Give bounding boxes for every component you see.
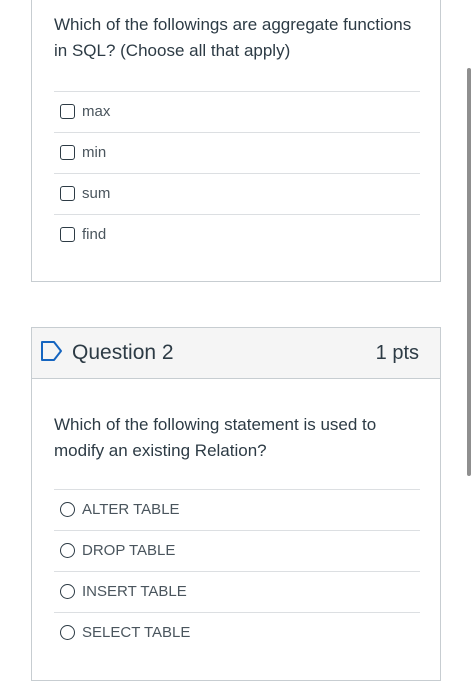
radio-button[interactable] — [60, 543, 75, 558]
answer-label: SELECT TABLE — [82, 624, 191, 641]
answer-option-max[interactable]: max — [54, 91, 420, 132]
checkbox[interactable] — [60, 186, 75, 201]
answer-label: min — [82, 144, 107, 161]
answer-option-drop-table[interactable]: DROP TABLE — [54, 530, 420, 571]
radio-button[interactable] — [60, 584, 75, 599]
answer-option-alter-table[interactable]: ALTER TABLE — [54, 489, 420, 530]
flag-outline-icon[interactable] — [40, 340, 64, 362]
question-1-answers: max min sum find — [54, 91, 420, 255]
checkbox[interactable] — [60, 227, 75, 242]
answer-label: ALTER TABLE — [82, 501, 180, 518]
question-2-header: Question 2 1 pts — [32, 328, 440, 379]
question-2-card: Question 2 1 pts Which of the following … — [31, 327, 441, 681]
checkbox[interactable] — [60, 104, 75, 119]
answer-label: find — [82, 226, 107, 243]
quiz-page: Which of the followings are aggregate fu… — [0, 0, 474, 700]
question-1-card: Which of the followings are aggregate fu… — [31, 0, 441, 282]
answer-option-find[interactable]: find — [54, 214, 420, 255]
question-2-answers: ALTER TABLE DROP TABLE INSERT TABLE SELE… — [54, 489, 420, 653]
answer-label: DROP TABLE — [82, 542, 176, 559]
radio-button[interactable] — [60, 625, 75, 640]
answer-option-min[interactable]: min — [54, 132, 420, 173]
answer-label: max — [82, 103, 111, 120]
question-points: 1 pts — [375, 342, 419, 364]
question-1-text: Which of the followings are aggregate fu… — [54, 15, 412, 60]
answer-label: sum — [82, 185, 111, 202]
checkbox[interactable] — [60, 145, 75, 160]
question-2-text: Which of the following statement is used… — [54, 415, 377, 460]
answer-option-select-table[interactable]: SELECT TABLE — [54, 612, 420, 653]
answer-option-insert-table[interactable]: INSERT TABLE — [54, 571, 420, 612]
radio-button[interactable] — [60, 502, 75, 517]
answer-option-sum[interactable]: sum — [54, 173, 420, 214]
answer-label: INSERT TABLE — [82, 583, 187, 600]
question-title: Question 2 — [72, 341, 174, 364]
scrollbar-thumb[interactable] — [467, 68, 471, 476]
